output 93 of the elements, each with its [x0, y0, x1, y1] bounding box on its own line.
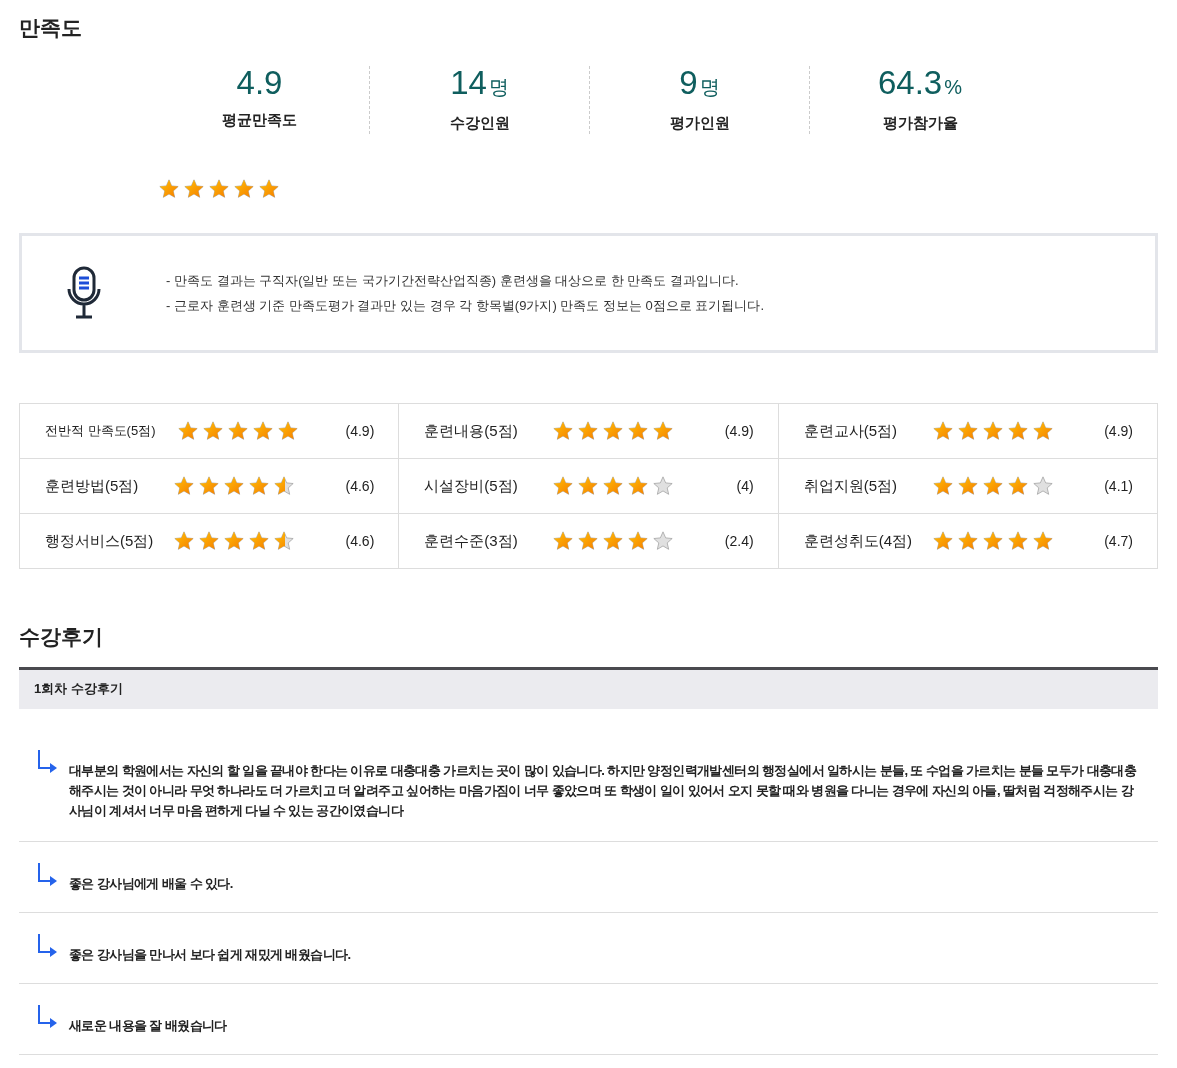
star-icon: [198, 530, 220, 552]
rating-score: (4.6): [345, 476, 375, 496]
microphone-icon: [66, 265, 102, 321]
stat-unit: 명: [699, 74, 720, 100]
star-icon: [1031, 475, 1054, 497]
star-icon: [577, 475, 600, 497]
star-icon: [602, 530, 625, 552]
stat-unit: %: [944, 74, 962, 100]
rating-score: (4): [736, 476, 754, 496]
notice-text: - 근로자 훈련생 기준 만족도평가 결과만 있는 경우 각 항목별(9가지) 만족도 정보는 0점으로 표기됩니다.: [166, 296, 764, 315]
star-icon: [652, 420, 675, 442]
rating-score: (4.9): [1104, 421, 1133, 441]
star-icon: [198, 475, 220, 497]
star-icon: [602, 420, 625, 442]
star-icon: [627, 530, 650, 552]
review-text: 좋은 강사님을 만나서 보다 쉽게 재밌게 배웠습니다.: [69, 945, 351, 964]
star-icon: [227, 420, 249, 442]
star-icon: [233, 178, 255, 200]
star-icon: [956, 475, 979, 497]
section-title: 수강후기: [19, 624, 104, 650]
stat-label: 수강인원: [449, 112, 510, 133]
star-icon: [552, 475, 575, 497]
star-icon: [627, 475, 650, 497]
star-icon: [258, 178, 280, 200]
reply-arrow-icon: [37, 1003, 59, 1028]
star-icon: [956, 530, 979, 552]
rating-score: (4.9): [724, 421, 754, 441]
star-icon: [1006, 420, 1029, 442]
review-text: 대부분의 학원에서는 자신의 할 일을 끝내야 한다는 이유로 대충대충 가르치는 곳이 많이 있습니다. 하지만 양정인력개발센터의 행정실에서 일하시는 분들, 또 수업을 가르치는 분들 모두가 대충대충 해주시는 것이 아니라 무엇 하나라도 더 가르치고 더 알려주고 싶어하는 마음가짐이 너무 좋았으며 또 학생이 일이 있어서 오지 못할 때와 병원을 다니는 경우에 자신의 아들, 딸처럼 걱정해주시는 강사님이 계셔서 너무 마음 편하게 다닐 수 있는 공간이였습니다: [69, 761, 1138, 820]
rating-label: 시설장비(5점): [424, 475, 519, 496]
star-icon: [577, 420, 600, 442]
rating-score: (2.4): [724, 531, 754, 551]
star-icon: [1006, 475, 1029, 497]
star-icon: [202, 420, 224, 442]
star-icon: [931, 420, 954, 442]
rating-score: (4.1): [1104, 476, 1133, 496]
rating-label: 훈련수준(3점): [424, 530, 519, 551]
review-text: 좋은 강사님에게 배울 수 있다.: [69, 874, 233, 893]
star-icon: [981, 475, 1004, 497]
star-icon: [183, 178, 205, 200]
star-icon: [252, 420, 274, 442]
star-icon: [273, 475, 295, 497]
stat-label: 평균만족도: [222, 109, 297, 130]
star-icon: [223, 530, 245, 552]
stat-unit: 명: [488, 74, 509, 100]
rating-label: 훈련방법(5점): [45, 475, 140, 496]
stat-value: 64.3: [878, 65, 943, 99]
rating-label: 전반적 만족도(5점): [45, 422, 157, 441]
rating-label: 훈련교사(5점): [803, 420, 898, 441]
star-icon: [931, 475, 954, 497]
star-icon: [981, 530, 1004, 552]
section-title: 만족도: [19, 15, 83, 41]
review-header-title: 1회차 수강후기: [34, 680, 123, 699]
star-icon: [981, 420, 1004, 442]
star-icon: [652, 530, 675, 552]
rating-score: (4.6): [345, 531, 375, 551]
star-icon: [177, 420, 199, 442]
stat-label: 평가인원: [669, 112, 730, 133]
reply-arrow-icon: [37, 748, 59, 773]
star-icon: [602, 475, 625, 497]
reply-arrow-icon: [37, 861, 59, 886]
star-icon: [1031, 530, 1054, 552]
rating-score: (4.7): [1104, 531, 1133, 551]
star-icon: [552, 420, 575, 442]
star-icon: [248, 530, 270, 552]
rating-label: 훈련내용(5점): [424, 420, 519, 441]
star-icon: [552, 530, 575, 552]
star-icon: [208, 178, 230, 200]
review-text: 새로운 내용을 잘 배웠습니다: [69, 1016, 227, 1035]
stat-value: 9: [679, 65, 698, 99]
star-icon: [652, 475, 675, 497]
star-icon: [273, 530, 295, 552]
star-icon: [248, 475, 270, 497]
rating-label: 훈련성취도(4점): [803, 530, 913, 551]
star-icon: [173, 475, 195, 497]
star-icon: [931, 530, 954, 552]
star-icon: [627, 420, 650, 442]
star-icon: [277, 420, 299, 442]
stat-value: 14: [450, 65, 487, 99]
rating-label: 행정서비스(5점): [45, 530, 155, 551]
star-icon: [577, 530, 600, 552]
star-icon: [223, 475, 245, 497]
notice-text: - 만족도 결과는 구직자(일반 또는 국가기간전략산업직종) 훈련생을 대상으로 한 만족도 결과입니다.: [166, 272, 740, 290]
stat-value: 4.9: [236, 65, 283, 99]
star-icon: [1006, 530, 1029, 552]
star-icon: [173, 530, 195, 552]
star-icon: [158, 178, 180, 200]
stat-label: 평가참가율: [882, 112, 958, 133]
reply-arrow-icon: [37, 932, 59, 957]
star-icon: [956, 420, 979, 442]
rating-label: 취업지원(5점): [803, 475, 898, 496]
star-icon: [1031, 420, 1054, 442]
rating-score: (4.9): [345, 421, 375, 441]
